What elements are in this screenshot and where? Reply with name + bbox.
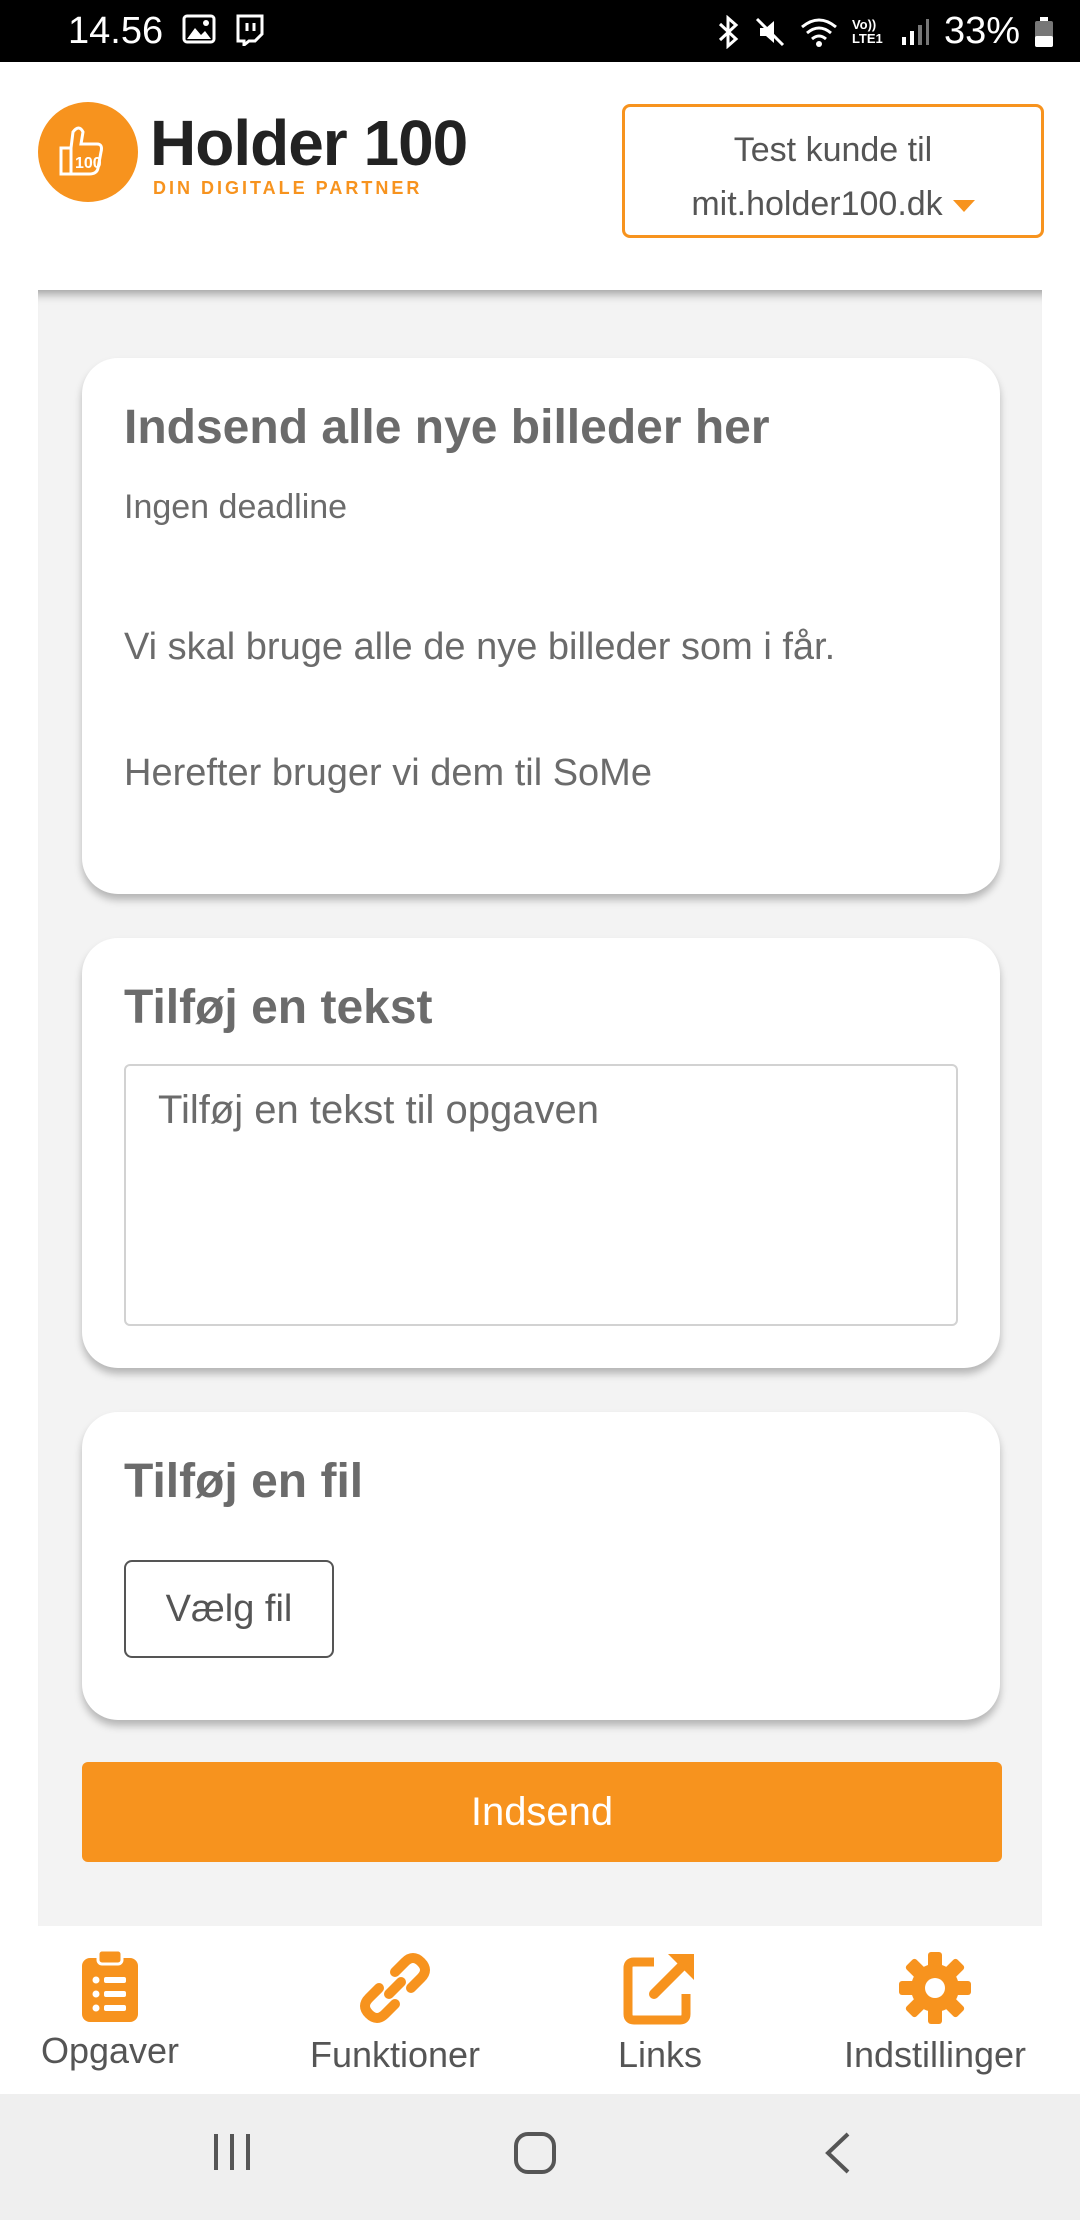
bottom-nav: Opgaver Funktioner Links Indstillinger [0, 1926, 1080, 2094]
account-selector-line1: Test kunde til [733, 131, 933, 169]
text-card-title: Tilføj en tekst [124, 981, 433, 1034]
link-icon [360, 1953, 430, 2023]
account-selector-line2: mit.holder100.dk [691, 185, 943, 223]
task-title: Indsend alle nye billeder her [124, 401, 770, 454]
bluetooth-icon [716, 14, 740, 49]
gear-icon [899, 1952, 971, 2024]
file-card: Tilføj en fil Vælg fil [82, 1412, 1000, 1720]
app-header: 100 Holder 100 DIN DIGITALE PARTNER Test… [0, 62, 1080, 290]
nav-label-links: Links [617, 2034, 703, 2075]
recent-apps-icon[interactable] [210, 2130, 254, 2179]
task-text-input[interactable] [124, 1064, 958, 1326]
brand-title: Holder 100 [150, 107, 468, 179]
clipboard-list-icon [82, 1948, 138, 2022]
nav-item-links[interactable]: Links [590, 1948, 730, 2076]
account-selector[interactable]: Test kunde til mit.holder100.dk [622, 104, 1044, 238]
nav-label-funktioner: Funktioner [309, 2034, 481, 2075]
nav-item-funktioner[interactable]: Funktioner [290, 1948, 500, 2076]
image-icon [182, 14, 216, 51]
nav-item-opgaver[interactable]: Opgaver [20, 1948, 200, 2072]
wifi-icon [800, 17, 838, 47]
status-time: 14.56 [68, 10, 164, 52]
signal-icon [900, 17, 930, 47]
home-icon[interactable] [512, 2130, 558, 2181]
svg-text:100: 100 [75, 155, 102, 172]
mute-icon [754, 16, 786, 48]
task-description-line1: Vi skal bruge alle de nye billeder som i… [124, 626, 836, 668]
back-icon[interactable] [818, 2130, 858, 2181]
nav-item-indstillinger[interactable]: Indstillinger [820, 1948, 1050, 2076]
nav-label-indstillinger: Indstillinger [843, 2034, 1027, 2075]
nav-label-opgaver: Opgaver [40, 2030, 180, 2071]
file-card-title: Tilføj en fil [124, 1455, 364, 1508]
twitch-icon [234, 14, 264, 51]
caret-down-icon [952, 200, 975, 213]
task-description-line2: Herefter bruger vi dem til SoMe [124, 752, 652, 794]
status-bar: 14.56 Vo)) LTE1 33% [0, 0, 1080, 62]
task-deadline: Ingen deadline [124, 488, 348, 526]
task-card: Indsend alle nye billeder her Ingen dead… [82, 358, 1000, 894]
brand-logo-icon: 100 [38, 102, 138, 202]
brand-subtitle: DIN DIGITALE PARTNER [153, 178, 423, 198]
external-link-icon [623, 1954, 694, 2025]
battery-percent: 33% [943, 10, 1020, 52]
volte-icon: Vo)) LTE1 [851, 16, 883, 46]
text-card: Tilføj en tekst [82, 938, 1000, 1368]
system-nav-bar [0, 2094, 1080, 2220]
battery-icon [1034, 16, 1054, 48]
choose-file-button[interactable]: Vælg fil [124, 1560, 334, 1658]
main-content: Indsend alle nye billeder her Ingen dead… [38, 290, 1042, 1926]
submit-button[interactable]: Indsend [82, 1762, 1002, 1862]
